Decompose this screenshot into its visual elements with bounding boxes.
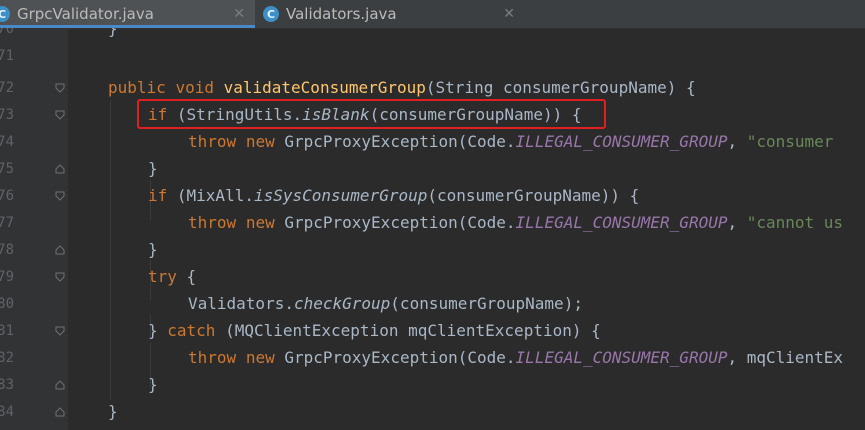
code-line-76: 76 if (MixAll.isSysConsumerGroup(consume…	[0, 182, 865, 209]
code-text: }	[148, 375, 158, 395]
line-number: 72	[0, 79, 14, 96]
line-number: 76	[0, 187, 14, 204]
code-text: }	[108, 28, 118, 39]
java-class-icon: C	[263, 6, 279, 22]
code-line-78: 78 }	[0, 236, 865, 263]
line-number: 75	[0, 160, 14, 177]
line-number: 71	[0, 47, 14, 64]
line-number: 84	[0, 403, 14, 420]
line-number: 79	[0, 268, 14, 285]
highlight-box	[137, 99, 606, 129]
tab-label: GrpcValidator.java	[17, 5, 154, 23]
fold-icon[interactable]	[55, 245, 65, 255]
code-line-75: 75 }	[0, 155, 865, 182]
code-text: Validators.checkGroup(consumerGroupName)…	[188, 294, 583, 314]
line-number: 81	[0, 322, 14, 339]
code-line-79: 79 try {	[0, 263, 865, 290]
fold-icon[interactable]	[55, 326, 65, 336]
code-line-70: 70 }	[0, 28, 865, 42]
line-number: 73	[0, 106, 14, 123]
tab-grpcvalidator[interactable]: C GrpcValidator.java ✕	[0, 0, 255, 28]
fold-icon[interactable]	[55, 380, 65, 390]
close-icon[interactable]: ✕	[233, 6, 245, 22]
close-icon[interactable]: ✕	[503, 6, 515, 22]
line-number: 78	[0, 241, 14, 258]
line-number: 77	[0, 214, 14, 231]
fold-icon[interactable]	[55, 164, 65, 174]
code-line-72: 72 public void validateConsumerGroup(Str…	[0, 74, 865, 101]
fold-icon[interactable]	[55, 110, 65, 120]
fold-icon[interactable]	[55, 191, 65, 201]
line-number: 82	[0, 349, 14, 366]
tab-label: Validators.java	[286, 5, 397, 23]
code-text: throw new GrpcProxyException(Code.ILLEGA…	[188, 213, 844, 233]
code-text: }	[108, 402, 118, 422]
fold-icon[interactable]	[55, 407, 65, 417]
code-line-80: 80 Validators.checkGroup(consumerGroupNa…	[0, 290, 865, 317]
code-editor[interactable]: 70 } 71 72 public void validateConsumerG…	[0, 28, 865, 430]
code-text: public void validateConsumerGroup(String…	[108, 78, 696, 98]
fold-icon[interactable]	[55, 272, 65, 282]
tab-validators[interactable]: C Validators.java ✕	[255, 0, 525, 28]
line-number: 70	[0, 28, 14, 37]
line-number: 80	[0, 295, 14, 312]
code-line-82: 82 throw new GrpcProxyException(Code.ILL…	[0, 344, 865, 371]
code-text: throw new GrpcProxyException(Code.ILLEGA…	[188, 348, 844, 368]
java-class-icon: C	[0, 6, 10, 22]
line-number: 83	[0, 376, 14, 393]
code-line-74: 74 throw new GrpcProxyException(Code.ILL…	[0, 128, 865, 155]
code-text: }	[148, 240, 158, 260]
code-line-77: 77 throw new GrpcProxyException(Code.ILL…	[0, 209, 865, 236]
code-line-71: 71	[0, 42, 865, 69]
fold-icon[interactable]	[55, 83, 65, 93]
code-text: }	[148, 159, 158, 179]
code-text: throw new GrpcProxyException(Code.ILLEGA…	[188, 132, 834, 152]
code-text: if (MixAll.isSysConsumerGroup(consumerGr…	[148, 186, 640, 206]
code-line-84: 84 }	[0, 398, 865, 425]
line-number: 74	[0, 133, 14, 150]
code-text: } catch (MQClientException mqClientExcep…	[148, 321, 601, 341]
code-line-83: 83 }	[0, 371, 865, 398]
code-text: try {	[148, 267, 197, 287]
editor-tab-bar: C GrpcValidator.java ✕ C Validators.java…	[0, 0, 865, 29]
code-line-81: 81 } catch (MQClientException mqClientEx…	[0, 317, 865, 344]
